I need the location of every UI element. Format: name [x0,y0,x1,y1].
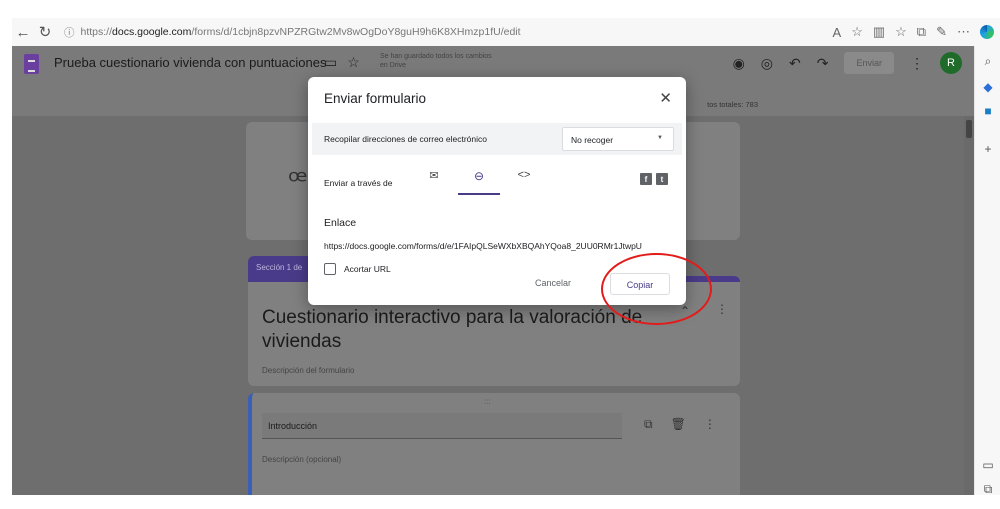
total-points: tos totales: 783 [707,100,758,109]
star-icon[interactable]: ☆ [347,54,360,71]
more-vert-icon[interactable]: ⋮ [910,55,924,72]
outlook-icon[interactable]: ■ [981,104,995,118]
edge-sidebar: ⌕ ◆ ■ + ▭ ⧉ [974,46,1000,509]
more-vert-section-icon[interactable]: ⋮ [704,417,716,432]
page-scrollbar[interactable] [964,116,974,495]
send-button[interactable]: Enviar [844,52,894,74]
section-actions: ⧉ 🗑 ⋮ [644,417,716,432]
extension-icon[interactable]: ✎ [936,24,947,40]
redo-icon[interactable]: ↷ [817,55,829,72]
preview-eye-icon[interactable]: ◎ [761,55,773,72]
title-actions: ▭ ☆ [324,54,360,71]
send-via-label: Enviar a través de [324,178,393,188]
link-url-field[interactable]: https://docs.google.com/forms/d/e/1FAIpQ… [324,241,674,251]
cancel-button[interactable]: Cancelar [535,278,571,288]
favorite-star-icon[interactable]: ☆ [851,24,863,40]
save-status: Se han guardado todos los cambios en Dri… [380,53,492,69]
section-menu-icon[interactable]: ⋮ [716,302,728,316]
undo-icon[interactable]: ↶ [789,55,801,72]
copilot-icon[interactable] [980,25,994,39]
refresh-icon[interactable]: ↻ [34,23,56,41]
folder-icon[interactable]: ▭ [324,54,337,71]
bottom-strip [12,495,1000,509]
address-bar[interactable]: ⓘ https://docs.google.com/forms/d/1cbjn8… [64,25,521,40]
drag-handle-icon[interactable]: ::: [484,397,491,406]
collect-emails-label: Recopilar direcciones de correo electrón… [324,134,487,144]
browser-toolbar: ← ↻ ⓘ https://docs.google.com/forms/d/1c… [12,18,1000,46]
back-arrow-icon[interactable]: ← [12,24,34,41]
sidebar-toggle-icon[interactable]: ▭ [981,458,995,472]
browser-actions: A ☆ ▥ ☆ ⧉ ✎ ⋯ [833,18,994,46]
social-share: f t [640,173,668,185]
collect-emails-select[interactable]: No recoger ▼ [562,127,674,151]
search-icon[interactable]: ⌕ [981,54,995,69]
section-title-input[interactable]: Introducción [262,413,622,439]
url-prefix: https:// [80,26,113,38]
url-path: /forms/d/1cbjn8pzvNPZRGtw2Mv8wOgDoY8guH9… [191,26,521,38]
scrollbar-thumb[interactable] [966,120,972,138]
dropdown-arrow-icon: ▼ [657,135,663,141]
duplicate-icon[interactable]: ⧉ [644,417,653,432]
add-icon[interactable]: + [981,142,995,156]
document-title[interactable]: Prueba cuestionario vivienda con puntuac… [54,55,326,70]
collect-emails-row: Recopilar direcciones de correo electrón… [312,123,682,155]
highlight-annotation-circle [601,253,712,325]
header-sketch-icon: ꟹ [288,165,308,198]
more-options-icon[interactable]: ⋯ [957,24,970,40]
collect-emails-value: No recoger [571,135,614,145]
split-screen-icon[interactable]: ▥ [873,24,885,40]
page-info-icon[interactable]: ⓘ [64,25,75,40]
favorites-icon[interactable]: ☆ [895,24,907,40]
read-aloud-icon[interactable]: A [833,25,842,40]
shorten-url-option[interactable]: Acortar URL [324,263,391,275]
collections-icon[interactable]: ⧉ [917,24,926,40]
shorten-url-checkbox[interactable] [324,263,336,275]
header-actions: ◉ ◎ ↶ ↷ Enviar ⋮ R [733,52,962,74]
embed-tab-icon[interactable]: <> [514,169,534,195]
section-card[interactable]: ::: Introducción ⧉ 🗑 ⋮ Descripción (opci… [248,393,740,495]
dialog-title: Enviar formulario [324,91,427,106]
email-tab-icon[interactable]: ✉ [424,169,444,195]
link-heading: Enlace [324,217,357,229]
link-tab-icon[interactable]: ⊖ [458,169,500,195]
facebook-icon[interactable]: f [640,173,652,185]
section-description[interactable]: Descripción (opcional) [262,455,341,464]
twitter-icon[interactable]: t [656,173,668,185]
shorten-url-label: Acortar URL [344,264,391,274]
delete-icon[interactable]: 🗑 [671,417,686,432]
avatar[interactable]: R [940,52,962,74]
form-description[interactable]: Descripción del formulario [262,366,354,375]
url-host: docs.google.com [112,26,192,38]
send-via-row: Enviar a través de ✉ ⊖ <> f t [312,163,682,199]
forms-logo-icon[interactable] [24,54,39,74]
close-icon[interactable]: ✕ [659,89,672,107]
shopping-icon[interactable]: ◆ [981,80,995,94]
palette-icon[interactable]: ◉ [733,55,745,72]
